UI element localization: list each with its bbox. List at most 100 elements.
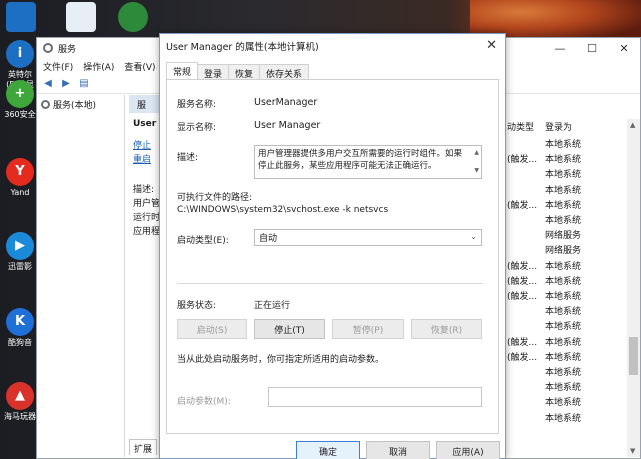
stop-button[interactable]: 停止(T) <box>254 319 325 339</box>
scroll-thumb[interactable] <box>629 337 638 375</box>
logon-as-cell: 本地系统 <box>545 352 582 363</box>
minimize-button[interactable]: — <box>544 39 576 57</box>
start-params-input[interactable] <box>268 387 482 407</box>
scroll-up-icon[interactable]: ▲ <box>474 147 479 159</box>
display-name-label: 显示名称: <box>177 123 217 133</box>
table-row[interactable]: 本地系统 <box>507 410 625 425</box>
logon-as-cell: 本地系统 <box>545 140 582 150</box>
logon-as-cell: 本地系统 <box>545 155 582 166</box>
service-name-value: UserManager <box>254 97 318 108</box>
close-icon[interactable]: ✕ <box>486 38 497 53</box>
table-row[interactable]: (触发... 本地系统 <box>507 334 625 349</box>
table-row[interactable]: 本地系统 <box>507 212 625 227</box>
restart-service-link[interactable]: 重启 <box>129 152 161 166</box>
desktop-icon-label: 迅雷影 <box>8 262 32 271</box>
table-row[interactable]: 本地系统 <box>507 318 625 333</box>
resume-button[interactable]: 恢复(R) <box>411 319 482 339</box>
logon-as-cell: 本地系统 <box>545 292 582 302</box>
column-logon-as[interactable]: 登录为 <box>545 119 572 133</box>
status-label: 服务状态: <box>177 301 217 311</box>
table-row[interactable]: 网络服务 <box>507 227 625 242</box>
desktop-app-icon[interactable]: Y Yand <box>4 158 36 198</box>
back-arrow-icon[interactable]: ◀ <box>41 77 55 91</box>
logon-as-cell: 本地系统 <box>545 337 582 348</box>
table-row[interactable]: 本地系统 <box>507 182 625 197</box>
startup-type-cell: (触发... <box>507 155 538 166</box>
startup-type-cell: (触发... <box>507 200 538 211</box>
logon-as-cell: 本地系统 <box>545 170 582 181</box>
startup-type-value: 自动 <box>259 234 278 244</box>
table-row[interactable]: (触发... 本地系统 <box>507 197 625 212</box>
desktop-app-icon[interactable]: ▲ 海马玩器 <box>4 382 36 422</box>
detail-service-title: User <box>133 119 157 129</box>
table-row[interactable]: (触发... 本地系统 <box>507 151 625 166</box>
chevron-down-icon: ⌄ <box>470 232 477 241</box>
dialog-title: User Manager 的属性(本地计算机) <box>166 42 319 53</box>
table-row[interactable]: (触发... 本地系统 <box>507 349 625 364</box>
logon-as-cell: 本地系统 <box>545 261 582 272</box>
download-manager-desktop-icon[interactable] <box>118 2 148 32</box>
tab-general[interactable]: 常规 <box>166 62 199 79</box>
general-panel: 服务名称: UserManager 显示名称: User Manager 描述:… <box>166 79 499 434</box>
detail-desc-label: 描述: <box>133 185 155 195</box>
pause-button[interactable]: 暂停(P) <box>332 319 404 339</box>
logon-as-cell: 本地系统 <box>545 413 582 424</box>
logon-as-cell: 本地系统 <box>545 322 582 333</box>
description-box[interactable]: 用户管理器提供多用户交互所需要的运行时组件。如果停止此服务，某些应用程序可能无法… <box>254 145 482 179</box>
ok-button[interactable]: 确定 <box>296 441 360 459</box>
table-row[interactable]: 本地系统 <box>507 379 625 394</box>
startup-type-cell: (触发... <box>507 352 538 363</box>
scroll-up-icon[interactable]: ▲ <box>630 121 635 129</box>
desktop-icon-label: 酷狗音 <box>8 338 32 347</box>
app-logo-icon: ▲ <box>6 382 34 410</box>
menu-view[interactable]: 查看(V) <box>124 60 155 73</box>
app-logo-icon: K <box>6 308 34 336</box>
table-row[interactable]: 本地系统 <box>507 394 625 409</box>
scroll-down-icon[interactable]: ▼ <box>630 447 635 455</box>
logon-as-cell: 本地系统 <box>545 216 582 226</box>
table-row[interactable]: 本地系统 <box>507 364 625 379</box>
maximize-button[interactable]: ☐ <box>576 39 608 57</box>
service-name-label: 服务名称: <box>177 100 217 110</box>
logon-as-cell: 本地系统 <box>545 200 582 211</box>
desktop-icon-label: 海马玩器 <box>4 412 36 421</box>
tab-logon[interactable]: 登录 <box>197 64 230 80</box>
display-name-value: User Manager <box>254 120 321 131</box>
stop-service-link[interactable]: 停止 <box>129 130 161 152</box>
desktop-app-icon[interactable]: +360安全 <box>4 80 36 120</box>
logon-as-cell: 本地系统 <box>545 307 582 318</box>
services-scrollbar[interactable]: ▲ ▼ <box>627 119 640 457</box>
startup-type-label: 启动类型(E): <box>177 236 229 246</box>
table-row[interactable]: 网络服务 <box>507 242 625 257</box>
table-row[interactable]: 本地系统 <box>507 136 625 151</box>
table-row[interactable]: 本地系统 <box>507 303 625 318</box>
column-startup-type[interactable]: 动类型 <box>507 119 534 133</box>
desktop-app-icon[interactable]: ▶ 迅雷影 <box>4 232 36 272</box>
menu-action[interactable]: 操作(A) <box>83 60 114 73</box>
table-row[interactable]: (触发... 本地系统 <box>507 288 625 303</box>
desktop-icon-label: 360安全 <box>4 110 36 119</box>
tree-item-services-local[interactable]: 服务(本地) <box>37 95 124 114</box>
close-button[interactable]: ✕ <box>608 39 640 57</box>
start-button[interactable]: 启动(S) <box>177 319 247 339</box>
medical-app-desktop-icon[interactable] <box>66 2 96 32</box>
app-logo-icon: Y <box>6 158 34 186</box>
table-row[interactable]: (触发... 本地系统 <box>507 258 625 273</box>
forward-arrow-icon[interactable]: ▶ <box>59 77 73 91</box>
cancel-button[interactable]: 取消 <box>366 441 430 459</box>
startup-type-select[interactable]: 自动 ⌄ <box>254 229 482 246</box>
dialog-tabs: 常规 登录 恢复 依存关系 <box>166 62 310 80</box>
tree-item-label: 服务(本地) <box>53 101 97 111</box>
table-row[interactable]: (触发... 本地系统 <box>507 273 625 288</box>
desktop-app-icon[interactable]: K 酷狗音 <box>4 308 36 348</box>
table-row[interactable]: 本地系统 <box>507 166 625 181</box>
tab-dependencies[interactable]: 依存关系 <box>259 64 310 80</box>
apply-button[interactable]: 应用(A) <box>436 441 500 459</box>
tab-extended[interactable]: 扩展 <box>129 439 158 455</box>
console-tree-icon[interactable]: ▤ <box>77 77 91 91</box>
logon-as-cell: 网络服务 <box>545 231 582 242</box>
menu-file[interactable]: 文件(F) <box>43 60 73 73</box>
intel-graphics-desktop-icon[interactable] <box>6 2 36 32</box>
scroll-down-icon[interactable]: ▼ <box>474 165 479 177</box>
tab-recovery[interactable]: 恢复 <box>228 64 261 80</box>
